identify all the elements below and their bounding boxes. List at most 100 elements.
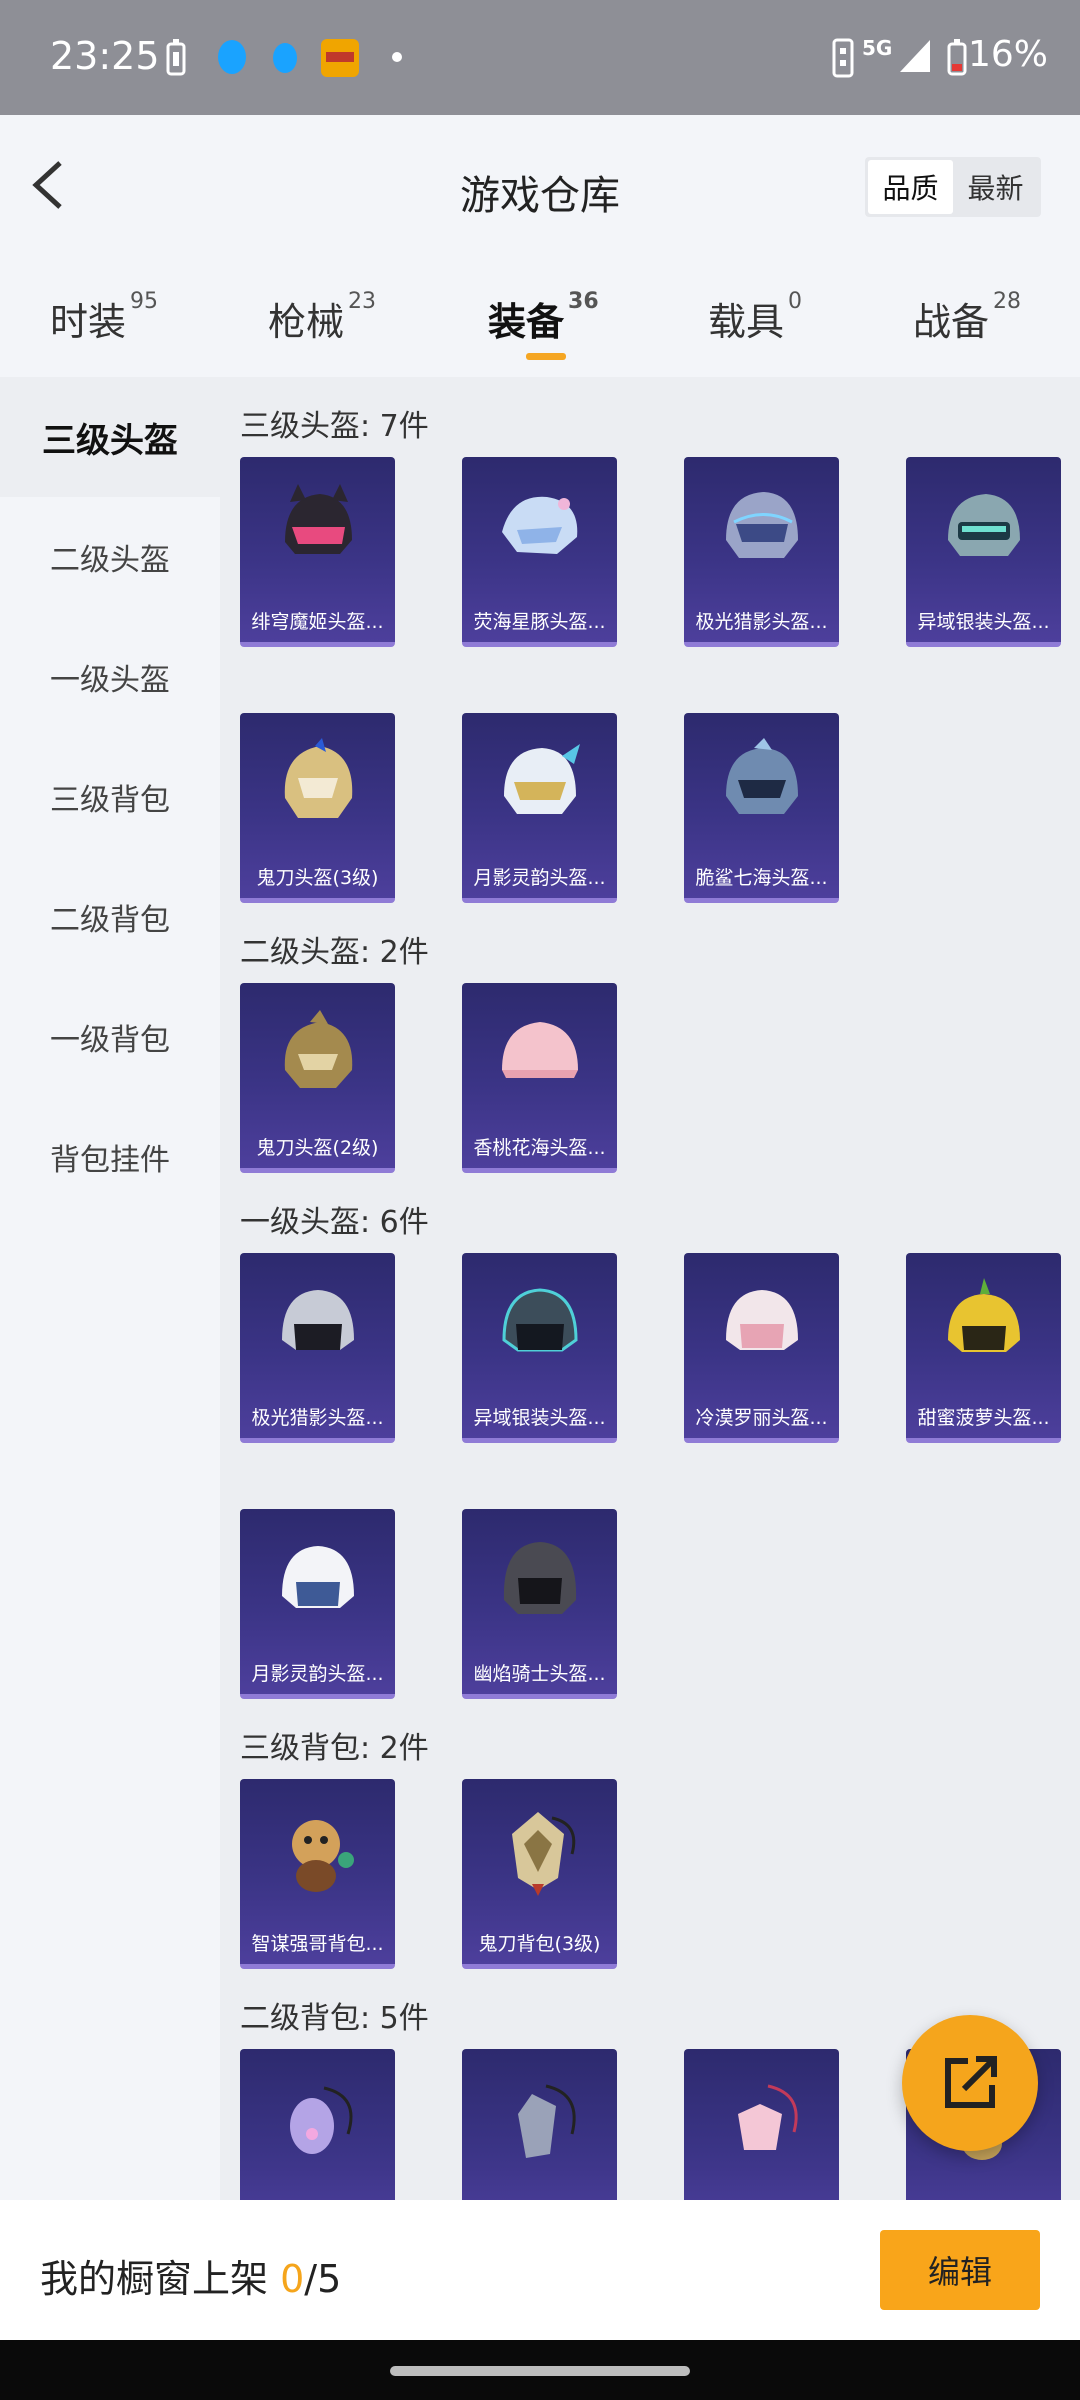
section-title: 三级背包: 2件 — [240, 1731, 429, 1766]
item-name: 甜蜜菠萝头盔... — [917, 1407, 1050, 1429]
showcase-count: 0 — [280, 2257, 305, 2301]
status-bar: 23:25 5G 16% — [0, 0, 1080, 115]
item-card[interactable]: 冷漠罗丽头盔... — [684, 1253, 839, 1443]
item-card[interactable] — [462, 2049, 617, 2200]
tab-fashion[interactable]: 时装 95 — [50, 289, 159, 346]
sort-quality-button[interactable]: 品质 — [868, 160, 953, 214]
tab-vehicles-label: 载具 — [708, 300, 785, 344]
qq-icon — [218, 40, 246, 74]
item-card[interactable]: 幽焰骑士头盔... — [462, 1509, 617, 1699]
helmet-icon — [284, 738, 353, 818]
item-card[interactable]: 脆鲨七海头盔... — [684, 713, 839, 903]
tab-fashion-label: 时装 — [50, 300, 127, 344]
helmet-icon — [502, 1022, 578, 1078]
item-card[interactable] — [240, 2049, 395, 2200]
item-card[interactable]: 异域银装头盔... — [906, 457, 1061, 647]
item-card[interactable]: 极光猎影头盔... — [684, 457, 839, 647]
share-button[interactable] — [902, 2015, 1038, 2151]
sidebar-item-backpack-3[interactable]: 三级背包 — [0, 737, 220, 857]
helmet-icon — [284, 1010, 353, 1088]
item-name: 鬼刀头盔(3级) — [256, 867, 379, 889]
vibrate-icon — [832, 38, 854, 78]
header: 游戏仓库 品质 最新 — [0, 115, 1080, 255]
item-name: 月影灵韵头盔... — [251, 1663, 384, 1685]
sidebar-item-backpack-1[interactable]: 一级背包 — [0, 977, 220, 1097]
item-name: 脆鲨七海头盔... — [695, 867, 828, 889]
item-name: 幽焰骑士头盔... — [473, 1663, 606, 1685]
tab-supplies[interactable]: 战备 28 — [913, 289, 1022, 346]
item-card[interactable]: 绯穹魔姬头盔... — [240, 457, 395, 647]
tab-vehicles-count: 0 — [788, 289, 803, 314]
item-card[interactable]: 香桃花海头盔... — [462, 983, 617, 1173]
home-gesture-bar[interactable] — [390, 2366, 690, 2376]
item-card[interactable] — [684, 2049, 839, 2200]
backpack-icon — [518, 2084, 576, 2158]
sidebar-item-pendant[interactable]: 背包挂件 — [0, 1097, 220, 1217]
item-grid: 三级头盔: 7件 绯穹魔姬头盔... 荧海星豚头盔... 极光猎影头盔... 异… — [220, 377, 1080, 2200]
item-name: 月影灵韵头盔... — [473, 867, 606, 889]
sort-toggle: 品质 最新 — [865, 157, 1041, 217]
showcase-text: 我的橱窗上架 — [40, 2257, 281, 2301]
item-card[interactable]: 智谋强哥背包... — [240, 1779, 395, 1969]
sidebar-item-helmet-1[interactable]: 一级头盔 — [0, 617, 220, 737]
item-card[interactable]: 鬼刀头盔(2级) — [240, 983, 395, 1173]
helmet-icon — [726, 492, 798, 558]
item-name: 异域银装头盔... — [917, 611, 1050, 633]
item-name: 鬼刀头盔(2级) — [256, 1137, 379, 1159]
item-card[interactable]: 月影灵韵头盔... — [462, 713, 617, 903]
item-name: 荧海星豚头盔... — [473, 611, 606, 633]
game-app-icon — [321, 39, 359, 77]
showcase-label: 我的橱窗上架 0/5 — [40, 2248, 341, 2303]
showcase-total: /5 — [304, 2257, 342, 2301]
helmet-icon — [282, 1546, 354, 1608]
tab-supplies-count: 28 — [993, 289, 1022, 314]
signal-icon — [900, 40, 930, 72]
tab-firearms[interactable]: 枪械 23 — [268, 289, 376, 346]
item-name: 极光猎影头盔... — [695, 611, 828, 633]
tab-equipment-count: 36 — [568, 289, 599, 314]
item-card[interactable]: 极光猎影头盔... — [240, 1253, 395, 1443]
item-name: 异域银装头盔... — [473, 1407, 606, 1429]
sort-newest-button[interactable]: 最新 — [953, 160, 1038, 214]
edit-button[interactable]: 编辑 — [880, 2230, 1040, 2310]
item-name: 绯穹魔姬头盔... — [251, 611, 384, 633]
helmet-icon — [502, 1288, 578, 1352]
battery-icon — [947, 39, 967, 76]
helmet-icon — [285, 484, 352, 554]
sidebar: 三级头盔 二级头盔 一级头盔 三级背包 二级背包 一级背包 背包挂件 — [0, 377, 220, 2200]
section-title: 一级头盔: 6件 — [240, 1205, 429, 1240]
battery-percent: 16% — [968, 34, 1049, 75]
item-card[interactable]: 鬼刀背包(3级) — [462, 1779, 617, 1969]
tab-vehicles[interactable]: 载具 0 — [708, 289, 803, 346]
sidebar-item-helmet-3[interactable]: 三级头盔 — [0, 377, 220, 497]
sidebar-item-backpack-2[interactable]: 二级背包 — [0, 857, 220, 977]
section-title: 二级背包: 5件 — [240, 2001, 429, 2036]
tab-supplies-label: 战备 — [913, 300, 990, 344]
helmet-icon — [504, 744, 580, 814]
item-name: 鬼刀背包(3级) — [478, 1933, 601, 1955]
helmet-icon — [726, 738, 798, 814]
backpack-icon — [738, 2084, 798, 2150]
sidebar-item-helmet-2[interactable]: 二级头盔 — [0, 497, 220, 617]
item-card[interactable]: 鬼刀头盔(3级) — [240, 713, 395, 903]
item-card[interactable]: 荧海星豚头盔... — [462, 457, 617, 647]
helmet-icon — [948, 494, 1020, 556]
battery-saver-icon — [166, 39, 186, 76]
item-card[interactable]: 月影灵韵头盔... — [240, 1509, 395, 1699]
helmet-icon — [726, 1290, 798, 1350]
item-card[interactable]: 甜蜜菠萝头盔... — [906, 1253, 1061, 1443]
helmet-icon — [502, 496, 578, 554]
network-type: 5G — [862, 36, 893, 60]
system-nav-bar — [0, 2340, 1080, 2400]
tab-equipment[interactable]: 装备 36 — [488, 289, 599, 360]
helmet-icon — [948, 1278, 1020, 1352]
section-title: 二级头盔: 2件 — [240, 935, 429, 970]
tab-firearms-label: 枪械 — [268, 300, 345, 344]
item-name: 极光猎影头盔... — [251, 1407, 384, 1429]
tab-fashion-count: 95 — [130, 289, 159, 314]
helmet-icon — [282, 1290, 354, 1350]
item-card[interactable]: 异域银装头盔... — [462, 1253, 617, 1443]
item-name: 冷漠罗丽头盔... — [695, 1407, 828, 1429]
active-tab-indicator — [526, 353, 566, 360]
bottom-bar: 我的橱窗上架 0/5 编辑 — [0, 2200, 1080, 2340]
